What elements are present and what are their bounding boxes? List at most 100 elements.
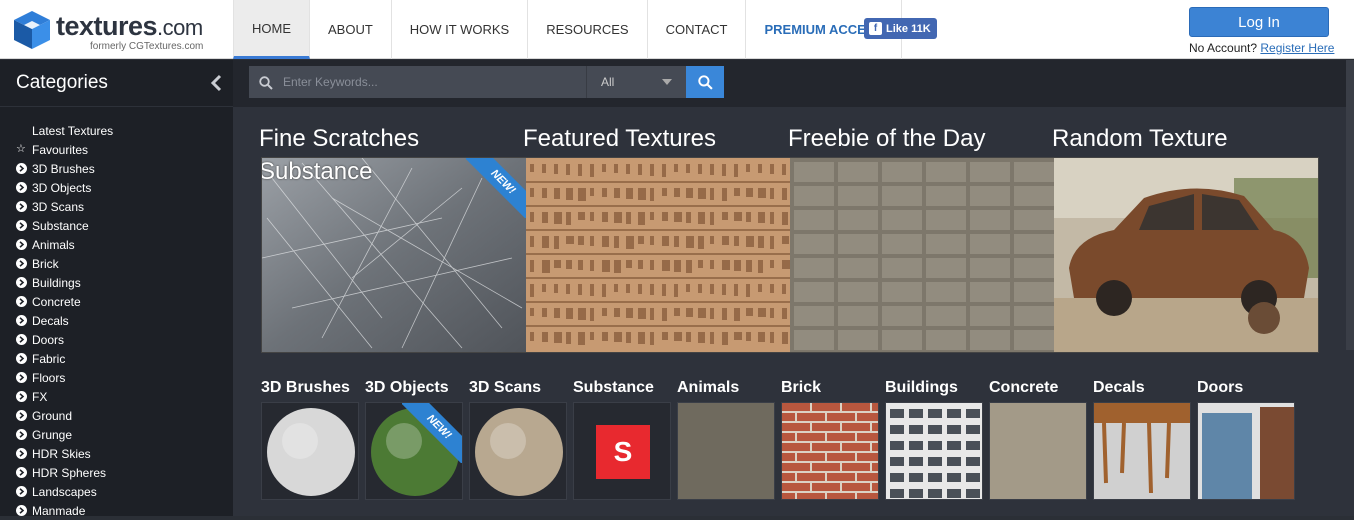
chevron-left-icon[interactable]	[209, 74, 223, 92]
sidebar-item-hdr-spheres[interactable]: HDR Spheres	[0, 463, 233, 482]
search-button[interactable]	[686, 66, 724, 98]
category-thumb-animals[interactable]	[677, 402, 775, 500]
sidebar-item-label: Landscapes	[32, 484, 97, 499]
sidebar-item-manmade[interactable]: Manmade	[0, 501, 233, 520]
cube-logo-icon	[14, 11, 50, 49]
category-thumb-doors[interactable]	[1197, 402, 1295, 500]
star-icon: ☆	[16, 143, 26, 155]
sidebar-item-fabric[interactable]: Fabric	[0, 349, 233, 368]
sidebar-item-label: Doors	[32, 332, 65, 347]
search-icon	[697, 74, 713, 90]
sidebar-item-label: Latest Textures	[32, 123, 114, 138]
search-icon	[259, 76, 273, 90]
nav-resources[interactable]: RESOURCES	[528, 0, 648, 59]
sidebar-item-hdr-skies[interactable]: HDR Skies	[0, 444, 233, 463]
category-thumb-3d-brushes[interactable]	[261, 402, 359, 500]
category-thumb-brick[interactable]	[781, 402, 879, 500]
feature-image-featured-textures[interactable]	[526, 158, 790, 352]
register-link[interactable]: Register Here	[1260, 41, 1334, 55]
sidebar-item-label: Substance	[32, 218, 89, 233]
login-button[interactable]: Log In	[1189, 7, 1329, 37]
sidebar-item-label: Buildings	[32, 275, 81, 290]
no-account-text: No Account? Register Here	[1189, 41, 1335, 55]
category-label-3d-brushes[interactable]: 3D Brushes	[261, 379, 350, 397]
category-thumb-decals[interactable]	[1093, 402, 1191, 500]
sidebar-item-label: 3D Scans	[32, 199, 85, 214]
sidebar-item-doors[interactable]: Doors	[0, 330, 233, 349]
search-bar: All	[233, 60, 1354, 107]
feature-image-fine-scratches[interactable]: NEW! Substance	[262, 158, 526, 352]
sidebar-item-3d-objects[interactable]: 3D Objects	[0, 178, 233, 197]
category-label-brick[interactable]: Brick	[781, 379, 821, 397]
feature-strip: NEW! Substance	[261, 157, 1319, 353]
sidebar-item-concrete[interactable]: Concrete	[0, 292, 233, 311]
category-thumb-3d-objects[interactable]: NEW!	[365, 402, 463, 500]
sidebar-item-3d-brushes[interactable]: 3D Brushes	[0, 159, 233, 178]
feature-image-freebie[interactable]	[790, 158, 1054, 352]
chevron-right-icon	[16, 334, 27, 345]
chevron-right-icon	[16, 163, 27, 174]
category-label-concrete[interactable]: Concrete	[989, 379, 1058, 397]
sidebar-item-fx[interactable]: FX	[0, 387, 233, 406]
category-thumb-substance[interactable]: S	[573, 402, 671, 500]
search-input[interactable]	[249, 66, 586, 98]
feature-image-random[interactable]	[1054, 158, 1318, 352]
facebook-like-button[interactable]: f Like 11K	[864, 18, 937, 39]
sidebar-item-latest-textures[interactable]: Latest Textures	[0, 121, 233, 140]
nav-home[interactable]: HOME	[233, 0, 310, 59]
category-thumb-buildings[interactable]	[885, 402, 983, 500]
chevron-right-icon	[16, 505, 27, 516]
chevron-right-icon	[16, 486, 27, 497]
chevron-right-icon	[16, 201, 27, 212]
sidebar-item-floors[interactable]: Floors	[0, 368, 233, 387]
sidebar-item-grunge[interactable]: Grunge	[0, 425, 233, 444]
category-label-buildings[interactable]: Buildings	[885, 379, 958, 397]
sidebar-item-animals[interactable]: Animals	[0, 235, 233, 254]
sidebar-item-substance[interactable]: Substance	[0, 216, 233, 235]
chevron-right-icon	[16, 315, 27, 326]
sidebar-header: Categories	[0, 60, 233, 107]
category-label-substance[interactable]: Substance	[573, 379, 654, 397]
nav-how-it-works[interactable]: HOW IT WORKS	[392, 0, 529, 59]
sidebar-item-favourites[interactable]: ☆ Favourites	[0, 140, 233, 159]
sidebar-item-3d-scans[interactable]: 3D Scans	[0, 197, 233, 216]
sidebar-item-label: Manmade	[32, 503, 86, 518]
sidebar-title: Categories	[16, 72, 108, 93]
sidebar-item-label: Decals	[32, 313, 69, 328]
sidebar-item-label: HDR Spheres	[32, 465, 107, 480]
category-label-3d-scans[interactable]: 3D Scans	[469, 379, 541, 397]
category-thumb-3d-scans[interactable]	[469, 402, 567, 500]
sidebar-item-buildings[interactable]: Buildings	[0, 273, 233, 292]
sidebar-item-label: FX	[32, 389, 48, 404]
chevron-right-icon	[16, 258, 27, 269]
category-label-3d-objects[interactable]: 3D Objects	[365, 379, 449, 397]
feature-title-featured-textures: Featured Textures	[523, 125, 716, 152]
page-scrollbar[interactable]	[1346, 60, 1354, 350]
category-label-doors[interactable]: Doors	[1197, 379, 1243, 397]
main-content: Fine Scratches Featured Textures Freebie…	[233, 107, 1354, 516]
site-logo[interactable]: textures.com formerly CGTextures.com	[12, 9, 212, 52]
nav-contact[interactable]: CONTACT	[648, 0, 747, 59]
new-badge: NEW!	[402, 403, 462, 463]
facebook-like-label: Like 11K	[886, 22, 931, 35]
nav-about[interactable]: ABOUT	[310, 0, 392, 59]
sidebar-item-label: Ground	[32, 408, 73, 423]
site-header: textures.com formerly CGTextures.com HOM…	[0, 0, 1354, 59]
chevron-right-icon	[16, 220, 27, 231]
sidebar-item-landscapes[interactable]: Landscapes	[0, 482, 233, 501]
sidebar-item-decals[interactable]: Decals	[0, 311, 233, 330]
sidebar-item-label: Animals	[32, 237, 75, 252]
sidebar-item-label: Brick	[32, 256, 59, 271]
sidebar-item-brick[interactable]: Brick	[0, 254, 233, 273]
category-label-decals[interactable]: Decals	[1093, 379, 1145, 397]
category-label-animals[interactable]: Animals	[677, 379, 739, 397]
chevron-right-icon	[16, 429, 27, 440]
chevron-right-icon	[16, 391, 27, 402]
sidebar-item-label: Concrete	[32, 294, 81, 309]
feature-title-fine-scratches[interactable]: Fine Scratches	[259, 125, 419, 153]
search-category-select[interactable]: All	[586, 66, 686, 98]
sidebar-item-label: Fabric	[32, 351, 66, 366]
category-thumb-concrete[interactable]	[989, 402, 1087, 500]
sidebar-item-ground[interactable]: Ground	[0, 406, 233, 425]
search-select-value: All	[601, 75, 615, 89]
